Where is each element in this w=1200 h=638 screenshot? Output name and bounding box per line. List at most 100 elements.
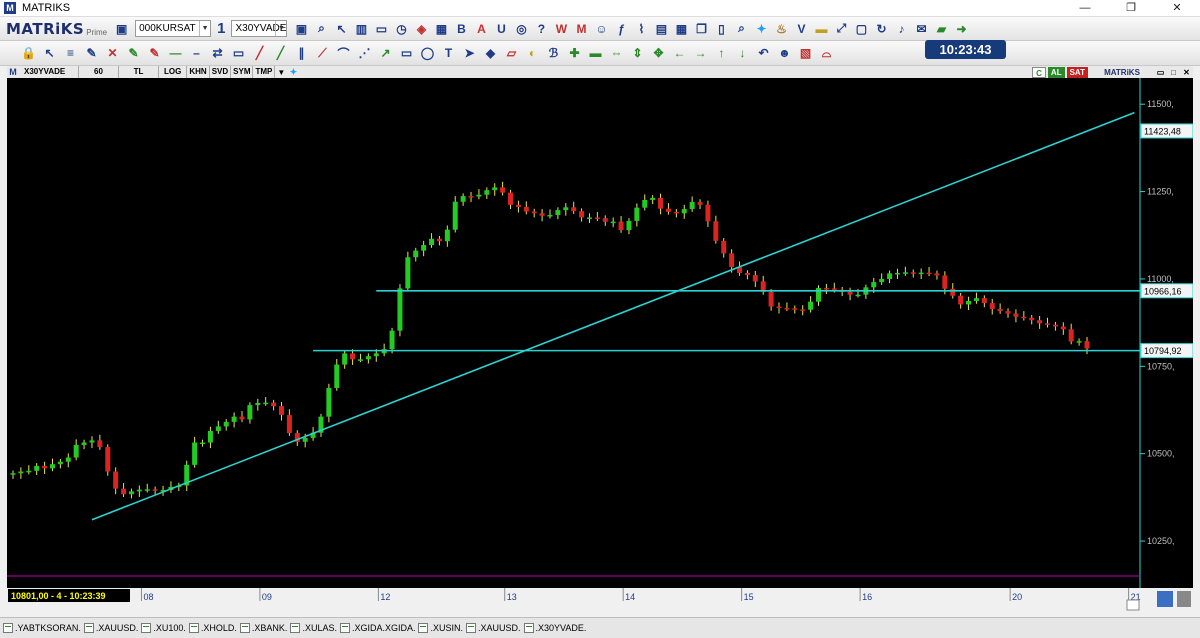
workspace-tab[interactable]: .X30YVADE. [523, 623, 586, 633]
arrows-lr-icon[interactable]: ⇄ [209, 45, 226, 62]
bell-icon[interactable]: ♪ [893, 20, 910, 37]
price-chart[interactable]: 11500, 11250, 11000, 10750, 10500, 10250, 1142… [7, 78, 1193, 613]
restore-icon[interactable]: ▭ [1155, 67, 1166, 78]
layout-number[interactable]: 1 [217, 20, 225, 37]
monitor-icon[interactable]: ▭ [373, 20, 390, 37]
chevron-down-icon[interactable]: ▼ [199, 21, 210, 36]
resize-icon[interactable]: ⤢ [833, 20, 850, 37]
gann-icon[interactable]: ⟋ [314, 45, 331, 62]
mail-icon[interactable]: ✉ [913, 20, 930, 37]
font-color-a-icon[interactable]: A [473, 20, 490, 37]
twitter-icon[interactable]: ✦ [288, 67, 298, 77]
chart-symbol[interactable]: X30YVADE [19, 66, 79, 78]
tmp-toggle[interactable]: TMP [253, 66, 276, 78]
zoom-out-icon[interactable]: ▬ [587, 45, 604, 62]
refresh-icon[interactable]: ↻ [873, 20, 890, 37]
symbol-combo[interactable]: X30YVADE ▼ [231, 20, 288, 37]
image-icon[interactable]: ▧ [797, 45, 814, 62]
bar-chart-icon[interactable]: ▥ [353, 20, 370, 37]
refresh-icon[interactable] [1157, 591, 1173, 607]
red-arc-icon[interactable]: ⌓ [818, 45, 835, 62]
workspace-tab[interactable]: .XGIDA.XGIDA. [339, 623, 415, 633]
minus-icon[interactable]: — [167, 45, 184, 62]
twitter-icon[interactable]: ✦ [753, 20, 770, 37]
workspace-tab[interactable]: .XU100. [141, 623, 186, 633]
pointer-icon[interactable]: ↖ [333, 20, 350, 37]
help-icon[interactable]: ? [533, 20, 550, 37]
chevron-down-icon[interactable]: ▼ [275, 21, 286, 36]
close-icon[interactable]: ✕ [1181, 67, 1192, 78]
folder-icon[interactable]: ▬ [813, 20, 830, 37]
maximize-icon[interactable]: □ [1168, 67, 1179, 78]
eraser-icon[interactable]: ▱ [503, 45, 520, 62]
wp-icon[interactable]: W [553, 20, 570, 37]
magnify-icon[interactable]: ⌕ [733, 20, 750, 37]
workspace-tab[interactable]: .XULAS. [290, 623, 337, 633]
people-icon[interactable]: ☺ [593, 20, 610, 37]
fibonacci-icon[interactable]: ≡ [62, 45, 79, 62]
table-icon[interactable]: ▦ [433, 20, 450, 37]
clock-icon[interactable]: ◷ [393, 20, 410, 37]
chart-period[interactable]: 60 [79, 66, 119, 78]
copy-icon[interactable]: ❐ [693, 20, 710, 37]
trend-icon[interactable]: ↗ [377, 45, 394, 62]
layers-icon[interactable]: ◈ [413, 20, 430, 37]
rect-icon[interactable]: ▭ [398, 45, 415, 62]
circle-tool-icon[interactable]: ◎ [513, 20, 530, 37]
close-button[interactable]: ✕ [1154, 0, 1200, 17]
save-icon[interactable]: ▣ [293, 20, 310, 37]
workspace-tab[interactable]: .XAUUSD. [83, 623, 138, 633]
zoom-in-icon[interactable]: ✚ [566, 45, 583, 62]
brush-icon[interactable]: ℬ [545, 45, 562, 62]
scroll-right-arrow[interactable] [1126, 599, 1140, 611]
pen-green-icon[interactable]: ╱ [272, 45, 289, 62]
workspace-tab[interactable]: .YABTKSORAN. [3, 623, 81, 633]
fx-icon[interactable]: ƒ [613, 20, 630, 37]
arrow-up-left-icon[interactable]: ↖ [41, 45, 58, 62]
log-toggle[interactable]: LOG [159, 66, 188, 78]
workspace-tab[interactable]: .XAUUSD. [465, 623, 521, 633]
c-tag[interactable]: C [1032, 66, 1046, 78]
settings-icon[interactable] [1177, 591, 1191, 607]
workspace-tab[interactable]: .XUSIN. [418, 623, 463, 633]
channel-icon[interactable]: ∥ [293, 45, 310, 62]
sym-toggle[interactable]: SYM [231, 66, 254, 78]
workspace-tab[interactable]: .XBANK. [239, 623, 287, 633]
sell-tag[interactable]: SAT [1066, 66, 1088, 78]
bold-b-icon[interactable]: B [453, 20, 470, 37]
lock-icon[interactable]: 🔒 [20, 45, 37, 62]
move-h-icon[interactable]: ⇔ [608, 45, 625, 62]
account-combo[interactable]: 000KURSAT ▼ [135, 20, 212, 37]
pencil-green-icon[interactable]: ✎ [125, 45, 142, 62]
move-v-icon[interactable]: ⇕ [629, 45, 646, 62]
v-icon[interactable]: V [793, 20, 810, 37]
shapes-icon[interactable]: ◆ [482, 45, 499, 62]
chart-line-icon[interactable]: ⌇ [633, 20, 650, 37]
text-icon[interactable]: T [440, 45, 457, 62]
workspace-tab[interactable]: .XHOLD. [188, 623, 237, 633]
search-icon[interactable]: ⌕ [313, 20, 330, 37]
maximize-button[interactable]: ❐ [1108, 0, 1154, 17]
up-arrow-icon[interactable]: ↑ [713, 45, 730, 62]
buy-tag[interactable]: AL [1047, 66, 1065, 78]
save-icon[interactable]: ▣ [113, 20, 130, 37]
cup-icon[interactable]: ♨ [773, 20, 790, 37]
fill-icon[interactable]: ◐ [524, 45, 541, 62]
visual-icon[interactable]: ▭ [230, 45, 247, 62]
underline-u-icon[interactable]: U [493, 20, 510, 37]
pencil-icon[interactable]: ✎ [83, 45, 100, 62]
fit-icon[interactable]: ✥ [650, 45, 667, 62]
undo-icon[interactable]: ↶ [755, 45, 772, 62]
right-arrow-icon[interactable]: → [692, 45, 709, 62]
svd-toggle[interactable]: SVD [210, 66, 232, 78]
chat-icon[interactable]: ▰ [933, 20, 950, 37]
arc-icon[interactable]: ⌒ [335, 45, 352, 62]
minimize-button[interactable]: — [1062, 0, 1108, 17]
window-icon[interactable]: ▢ [853, 20, 870, 37]
doc-icon[interactable]: ▯ [713, 20, 730, 37]
left-arrow-icon[interactable]: ← [671, 45, 688, 62]
down-arrow-icon[interactable]: ↓ [734, 45, 751, 62]
dash-icon[interactable]: – [188, 45, 205, 62]
cross-icon[interactable]: ✕ [104, 45, 121, 62]
chevron-down-icon[interactable]: ▼ [276, 67, 286, 77]
